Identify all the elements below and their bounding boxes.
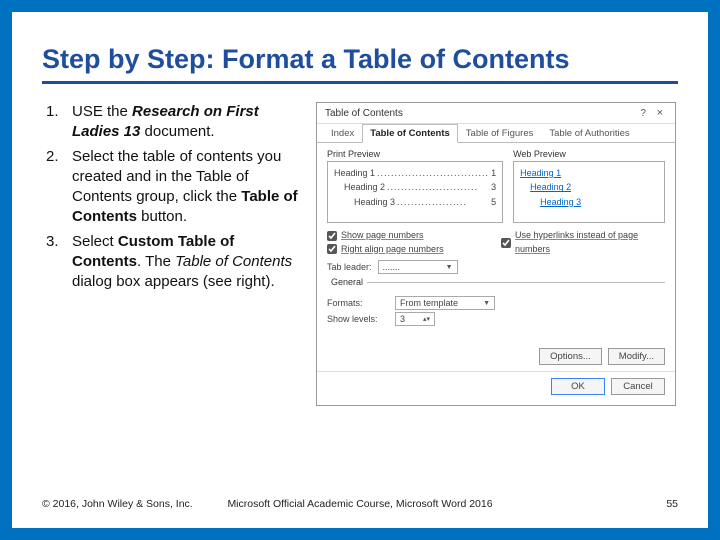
pp-p1: 1 xyxy=(491,166,496,180)
chevron-down-icon: ▼ xyxy=(483,300,490,307)
pp-p2: 3 xyxy=(491,180,496,194)
pp-line-3: Heading 3....................5 xyxy=(334,195,496,209)
close-icon[interactable]: × xyxy=(653,107,667,119)
left-checks: Show page numbers Right align page numbe… xyxy=(327,229,491,256)
slide-body: Step by Step: Format a Table of Contents… xyxy=(12,12,708,528)
dialog-column: Table of Contents ? × Index Table of Con… xyxy=(316,102,678,406)
formats-select[interactable]: From template ▼ xyxy=(395,296,495,310)
general-separator: General xyxy=(327,282,665,294)
help-icon[interactable]: ? xyxy=(636,108,650,119)
pp-line-1: Heading 1...............................… xyxy=(334,166,496,180)
pp-p3: 5 xyxy=(491,195,496,209)
levels-value: 3 xyxy=(400,314,405,324)
pp-h2: Heading 2 xyxy=(344,180,385,194)
web-preview-label: Web Preview xyxy=(513,149,665,159)
formats-row: Formats: From template ▼ xyxy=(327,296,665,310)
step1-pre: USE the xyxy=(72,103,132,120)
step3-post: dialog box appears (see right). xyxy=(72,273,275,290)
wp-h3: Heading 3 xyxy=(520,195,658,209)
slide-title: Step by Step: Format a Table of Contents xyxy=(42,44,678,84)
tab-toa[interactable]: Table of Authorities xyxy=(541,124,637,143)
dialog-body: Print Preview Heading 1.................… xyxy=(317,143,675,371)
wp-h2: Heading 2 xyxy=(520,180,658,194)
print-preview-label: Print Preview xyxy=(327,149,503,159)
dialog-title-text: Table of Contents xyxy=(325,108,403,119)
dialog-tabs: Index Table of Contents Table of Figures… xyxy=(317,124,675,143)
right-align-checkbox[interactable]: Right align page numbers xyxy=(327,243,491,257)
tab-tof[interactable]: Table of Figures xyxy=(458,124,542,143)
step1-post: document. xyxy=(140,123,214,140)
cancel-button[interactable]: Cancel xyxy=(611,378,665,395)
wp-h1: Heading 1 xyxy=(520,166,658,180)
levels-label: Show levels: xyxy=(327,314,389,324)
tab-index[interactable]: Index xyxy=(323,124,362,143)
right-checks: Use hyperlinks instead of page numbers xyxy=(501,229,665,256)
page-number: 55 xyxy=(666,498,678,510)
options-button[interactable]: Options... xyxy=(539,348,602,365)
pp-h3: Heading 3 xyxy=(354,195,395,209)
preview-row: Print Preview Heading 1.................… xyxy=(327,149,665,223)
web-preview-box: Heading 1 Heading 2 Heading 3 xyxy=(513,161,665,223)
pp-line-2: Heading 2..........................3 xyxy=(334,180,496,194)
dialog-titlebar: Table of Contents ? × xyxy=(317,103,675,124)
show-page-check-icon[interactable] xyxy=(327,231,337,241)
tab-leader-label: Tab leader: xyxy=(327,262,372,272)
tab-toc[interactable]: Table of Contents xyxy=(362,124,458,143)
formats-label: Formats: xyxy=(327,298,389,308)
step-3: Select Custom Table of Contents. The Tab… xyxy=(42,232,302,293)
levels-spinner[interactable]: 3 ▴▾ xyxy=(395,312,435,326)
mid-buttons: Options... Modify... xyxy=(327,348,665,365)
course-text: Microsoft Official Academic Course, Micr… xyxy=(42,498,678,510)
general-label: General xyxy=(327,277,367,287)
dots-icon: ................................ xyxy=(375,166,491,180)
web-preview: Web Preview Heading 1 Heading 2 Heading … xyxy=(513,149,665,223)
dots-icon: .......................... xyxy=(385,180,491,194)
step2-post: button. xyxy=(137,208,187,225)
spinner-icon: ▴▾ xyxy=(423,315,430,323)
chevron-down-icon: ▼ xyxy=(446,264,453,271)
step-1: USE the Research on First Ladies 13 docu… xyxy=(42,102,302,143)
toc-dialog: Table of Contents ? × Index Table of Con… xyxy=(316,102,676,406)
step-2: Select the table of contents you created… xyxy=(42,147,302,228)
steps-column: USE the Research on First Ladies 13 docu… xyxy=(42,102,302,406)
show-page-label: Show page numbers xyxy=(341,229,424,243)
modify-button[interactable]: Modify... xyxy=(608,348,665,365)
levels-row: Show levels: 3 ▴▾ xyxy=(327,312,665,326)
checkbox-row: Show page numbers Right align page numbe… xyxy=(327,229,665,256)
formats-value: From template xyxy=(400,298,458,308)
show-page-numbers-checkbox[interactable]: Show page numbers xyxy=(327,229,491,243)
hyper-label: Use hyperlinks instead of page numbers xyxy=(515,229,665,256)
content-row: USE the Research on First Ladies 13 docu… xyxy=(42,102,678,406)
ok-button[interactable]: OK xyxy=(551,378,605,395)
slide-frame: Step by Step: Format a Table of Contents… xyxy=(0,0,720,540)
tab-leader-select[interactable]: ....... ▼ xyxy=(378,260,458,274)
step3-ital: Table of Contents xyxy=(175,253,292,270)
tab-leader-value: ....... xyxy=(383,262,401,272)
print-preview: Print Preview Heading 1.................… xyxy=(327,149,503,223)
step3-pre: Select xyxy=(72,233,118,250)
use-hyperlinks-checkbox[interactable]: Use hyperlinks instead of page numbers xyxy=(501,229,665,256)
steps-list: USE the Research on First Ladies 13 docu… xyxy=(42,102,302,292)
pp-h1: Heading 1 xyxy=(334,166,375,180)
dialog-footer-buttons: OK Cancel xyxy=(317,371,675,405)
step3-mid: . The xyxy=(137,253,175,270)
tab-leader-row: Tab leader: ....... ▼ xyxy=(327,260,665,274)
slide-footer: © 2016, John Wiley & Sons, Inc. Microsof… xyxy=(42,498,678,510)
print-preview-box: Heading 1...............................… xyxy=(327,161,503,223)
dots-icon: .................... xyxy=(395,195,491,209)
right-align-label: Right align page numbers xyxy=(341,243,444,257)
dialog-titlebar-controls: ? × xyxy=(636,107,667,119)
hyper-check-icon[interactable] xyxy=(501,238,511,248)
right-align-check-icon[interactable] xyxy=(327,244,337,254)
